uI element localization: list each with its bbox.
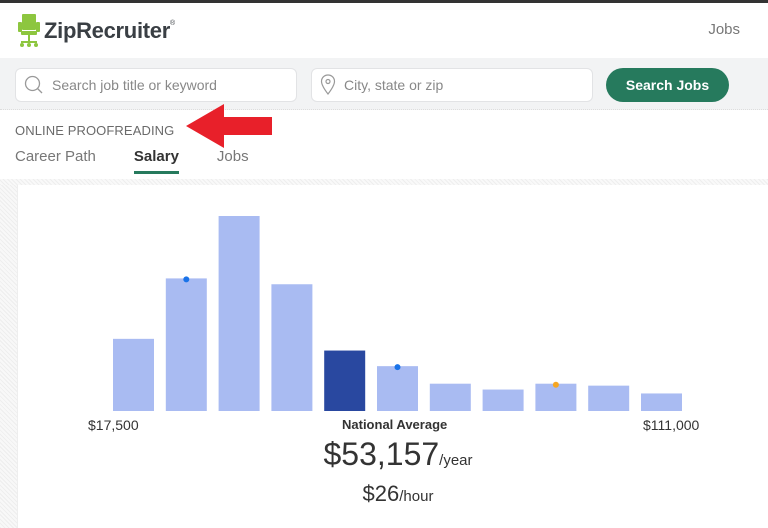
page-tabs: Career Path Salary Jobs — [15, 148, 249, 174]
search-icon — [24, 75, 44, 95]
left-gutter — [0, 185, 18, 528]
histogram-bar[interactable] — [429, 383, 471, 411]
tab-salary[interactable]: Salary — [133, 148, 179, 174]
histogram-bar[interactable] — [482, 389, 524, 411]
keyword-placeholder: Search job title or keyword — [52, 77, 217, 93]
keyword-search-input[interactable]: Search job title or keyword — [15, 68, 297, 102]
location-search-input[interactable]: City, state or zip — [311, 68, 593, 102]
brand-name: ZipRecruiter — [44, 18, 170, 43]
min-salary-label: $17,500 — [88, 417, 139, 433]
registered-mark: ® — [169, 19, 176, 27]
national-average-label: National Average — [342, 417, 448, 432]
ziprecruiter-logo[interactable]: ZipRecruiter ® — [18, 14, 175, 48]
hourly-salary-value: $26 — [362, 481, 400, 506]
annual-salary: $53,157/year — [0, 436, 768, 473]
histogram-bar[interactable] — [218, 216, 260, 411]
hourly-salary-unit: /hour — [399, 488, 434, 505]
red-arrow-annotation-icon — [186, 104, 272, 148]
annual-salary-value: $53,157 — [323, 436, 440, 472]
tab-career-path[interactable]: Career Path — [15, 148, 96, 173]
annual-salary-unit: /year — [439, 452, 473, 469]
job-category-title: ONLINE PROOFREADING — [15, 123, 175, 138]
chair-logo-icon — [18, 14, 40, 47]
nav-jobs-link[interactable]: Jobs — [708, 21, 740, 38]
histogram-bar[interactable] — [271, 284, 313, 411]
site-header: ZipRecruiter ® Jobs — [0, 3, 768, 58]
histogram-bar[interactable] — [535, 383, 577, 411]
histogram-bar[interactable] — [165, 278, 207, 411]
location-placeholder: City, state or zip — [344, 77, 444, 93]
section-divider — [0, 179, 768, 185]
histogram-bar[interactable] — [377, 366, 418, 411]
tab-jobs[interactable]: Jobs — [217, 148, 249, 173]
max-salary-label: $111,000 — [643, 417, 700, 433]
hourly-salary: $26/hour — [0, 481, 768, 507]
histogram-bar[interactable] — [641, 393, 682, 411]
histogram-bar[interactable] — [324, 350, 366, 411]
histogram-bar[interactable] — [113, 338, 154, 411]
page-subheader: ONLINE PROOFREADING Career Path Salary J… — [0, 111, 768, 179]
search-bar: Search job title or keyword City, state … — [0, 58, 768, 110]
histogram-bar[interactable] — [588, 385, 630, 411]
location-pin-icon — [320, 74, 336, 96]
search-jobs-button[interactable]: Search Jobs — [606, 68, 729, 102]
